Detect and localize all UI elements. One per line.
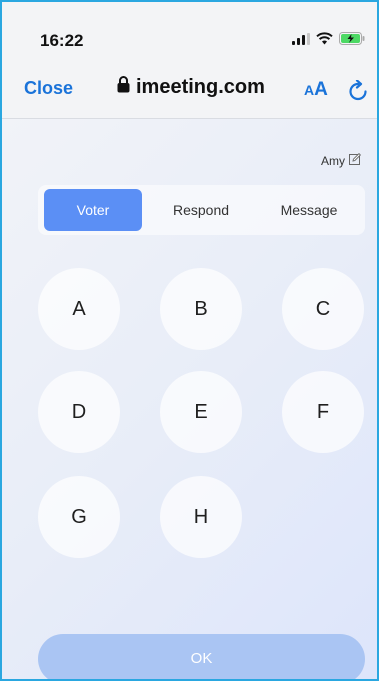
battery-charging-icon xyxy=(339,32,365,50)
signal-icon xyxy=(292,32,310,50)
lock-icon xyxy=(117,76,130,99)
ok-button[interactable]: OK xyxy=(38,634,365,679)
option-b-button[interactable]: B xyxy=(160,268,242,350)
wifi-icon xyxy=(316,32,333,50)
option-c-button[interactable]: C xyxy=(282,268,364,350)
browser-toolbar: Close imeeting.com AA xyxy=(2,66,377,119)
text-size-button[interactable]: AA xyxy=(304,79,328,101)
address-bar[interactable]: imeeting.com xyxy=(117,76,265,99)
option-a-button[interactable]: A xyxy=(38,268,120,350)
option-e-button[interactable]: E xyxy=(160,371,242,453)
page-content: Amy Voter Respond Message A B C D E F G … xyxy=(2,119,377,679)
user-name: Amy xyxy=(321,153,345,168)
user-name-editor[interactable]: Amy xyxy=(321,152,362,168)
option-g-button[interactable]: G xyxy=(38,476,120,558)
option-h-button[interactable]: H xyxy=(160,476,242,558)
close-button[interactable]: Close xyxy=(24,78,73,99)
text-size-big-glyph: A xyxy=(314,79,328,100)
url-text: imeeting.com xyxy=(136,76,265,98)
tab-respond[interactable]: Respond xyxy=(150,189,252,231)
phone-screen: 16:22 Close imeeting.com AA Amy Voter Re… xyxy=(0,0,379,681)
tab-voter[interactable]: Voter xyxy=(44,189,142,231)
text-size-small-glyph: A xyxy=(304,82,315,98)
mode-tabs: Voter Respond Message xyxy=(38,185,365,235)
option-d-button[interactable]: D xyxy=(38,371,120,453)
tab-message[interactable]: Message xyxy=(258,189,360,231)
status-time: 16:22 xyxy=(40,31,84,50)
option-f-button[interactable]: F xyxy=(282,371,364,453)
edit-icon[interactable] xyxy=(349,152,362,168)
reload-icon[interactable] xyxy=(348,79,368,107)
status-icons xyxy=(292,32,365,50)
status-bar: 16:22 xyxy=(2,2,377,66)
